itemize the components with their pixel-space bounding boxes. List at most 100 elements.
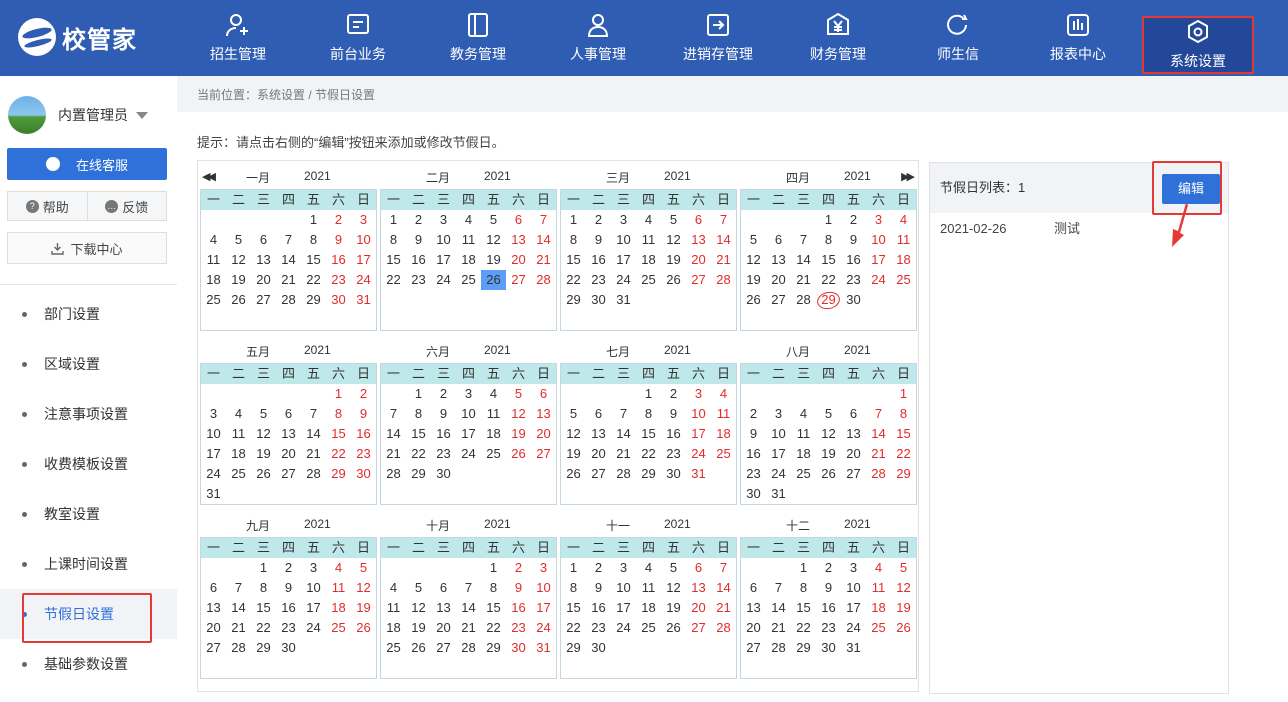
calendar-day[interactable]: 5 (816, 404, 841, 424)
calendar-day[interactable]: 26 (406, 638, 431, 658)
calendar-day[interactable]: 6 (531, 384, 556, 404)
calendar-day[interactable]: 22 (301, 270, 326, 290)
calendar-day[interactable]: 27 (766, 290, 791, 310)
calendar-day[interactable]: 21 (226, 618, 251, 638)
calendar-day[interactable]: 23 (351, 444, 376, 464)
calendar-day[interactable]: 21 (711, 250, 736, 270)
calendar-day[interactable]: 17 (686, 424, 711, 444)
calendar-day[interactable]: 28 (766, 638, 791, 658)
calendar-day[interactable]: 9 (406, 230, 431, 250)
calendar-day[interactable]: 1 (326, 384, 351, 404)
calendar-day[interactable]: 6 (201, 578, 226, 598)
calendar-day[interactable]: 16 (661, 424, 686, 444)
calendar-day[interactable]: 15 (301, 250, 326, 270)
calendar-day[interactable]: 14 (611, 424, 636, 444)
calendar-day[interactable]: 19 (481, 250, 506, 270)
calendar-day[interactable]: 21 (276, 270, 301, 290)
calendar-day[interactable]: 23 (586, 618, 611, 638)
calendar-day[interactable]: 22 (891, 444, 916, 464)
brand-logo[interactable]: 校管家 (18, 18, 137, 56)
calendar-day[interactable]: 10 (456, 404, 481, 424)
calendar-day[interactable]: 2 (841, 210, 866, 230)
calendar-day[interactable]: 25 (326, 618, 351, 638)
calendar-day[interactable]: 15 (816, 250, 841, 270)
calendar-day[interactable]: 14 (301, 424, 326, 444)
calendar-day[interactable]: 13 (201, 598, 226, 618)
calendar-day[interactable]: 3 (841, 558, 866, 578)
calendar-day[interactable]: 12 (251, 424, 276, 444)
calendar-day[interactable]: 28 (866, 464, 891, 484)
calendar-day[interactable]: 13 (766, 250, 791, 270)
calendar-day[interactable]: 4 (326, 558, 351, 578)
calendar-day[interactable]: 21 (381, 444, 406, 464)
calendar-day[interactable]: 11 (456, 230, 481, 250)
calendar-day[interactable]: 1 (406, 384, 431, 404)
calendar-day[interactable]: 31 (841, 638, 866, 658)
calendar-day[interactable]: 17 (301, 598, 326, 618)
calendar-day[interactable]: 8 (251, 578, 276, 598)
calendar-day[interactable]: 1 (561, 558, 586, 578)
calendar-day[interactable]: 25 (456, 270, 481, 290)
calendar-day[interactable]: 13 (841, 424, 866, 444)
calendar-day[interactable]: 20 (201, 618, 226, 638)
calendar-day[interactable]: 17 (201, 444, 226, 464)
calendar-day[interactable]: 15 (561, 250, 586, 270)
calendar-day[interactable]: 26 (481, 270, 506, 290)
calendar-day[interactable]: 15 (481, 598, 506, 618)
calendar-day[interactable]: 17 (841, 598, 866, 618)
calendar-day[interactable]: 15 (406, 424, 431, 444)
calendar-day[interactable]: 1 (251, 558, 276, 578)
calendar-day[interactable]: 17 (431, 250, 456, 270)
calendar-day[interactable]: 23 (276, 618, 301, 638)
calendar-day[interactable]: 4 (636, 558, 661, 578)
calendar-day[interactable]: 23 (741, 464, 766, 484)
user-menu[interactable]: 内置管理员 (8, 96, 148, 134)
calendar-day[interactable]: 3 (766, 404, 791, 424)
calendar-day[interactable]: 10 (611, 230, 636, 250)
calendar-day[interactable]: 12 (506, 404, 531, 424)
calendar-day[interactable]: 4 (711, 384, 736, 404)
calendar-day[interactable]: 5 (251, 404, 276, 424)
calendar-day[interactable]: 2 (816, 558, 841, 578)
calendar-day[interactable]: 8 (791, 578, 816, 598)
online-service-button[interactable]: 在线客服 (7, 148, 167, 180)
calendar-day[interactable]: 14 (791, 250, 816, 270)
calendar-day[interactable]: 27 (276, 464, 301, 484)
calendar-day[interactable]: 12 (661, 578, 686, 598)
calendar-day[interactable]: 26 (506, 444, 531, 464)
calendar-day[interactable]: 21 (456, 618, 481, 638)
nav-academic[interactable]: 教务管理 (418, 0, 538, 76)
calendar-day[interactable]: 21 (766, 618, 791, 638)
calendar-day[interactable]: 16 (276, 598, 301, 618)
calendar-day[interactable]: 20 (686, 598, 711, 618)
calendar-day[interactable]: 25 (201, 290, 226, 310)
calendar-day[interactable]: 17 (766, 444, 791, 464)
calendar-day[interactable]: 24 (611, 270, 636, 290)
calendar-day[interactable]: 18 (226, 444, 251, 464)
calendar-day[interactable]: 6 (586, 404, 611, 424)
calendar-day[interactable]: 30 (816, 638, 841, 658)
calendar-day[interactable]: 6 (841, 404, 866, 424)
calendar-day[interactable]: 8 (381, 230, 406, 250)
calendar-day[interactable]: 19 (661, 250, 686, 270)
calendar-day[interactable]: 6 (251, 230, 276, 250)
calendar-day[interactable]: 2 (326, 210, 351, 230)
calendar-day[interactable]: 20 (841, 444, 866, 464)
calendar-day[interactable]: 13 (686, 578, 711, 598)
calendar-day[interactable]: 31 (686, 464, 711, 484)
calendar-day[interactable]: 20 (431, 618, 456, 638)
calendar-day[interactable]: 21 (611, 444, 636, 464)
calendar-day[interactable]: 8 (561, 230, 586, 250)
calendar-day[interactable]: 9 (841, 230, 866, 250)
calendar-day[interactable]: 4 (481, 384, 506, 404)
calendar-day[interactable]: 23 (586, 270, 611, 290)
calendar-day[interactable]: 20 (276, 444, 301, 464)
calendar-day[interactable]: 18 (481, 424, 506, 444)
calendar-day[interactable]: 27 (506, 270, 531, 290)
calendar-day[interactable]: 24 (866, 270, 891, 290)
calendar-day[interactable]: 28 (381, 464, 406, 484)
calendar-day[interactable]: 1 (891, 384, 916, 404)
calendar-day[interactable]: 6 (766, 230, 791, 250)
calendar-day[interactable]: 9 (586, 578, 611, 598)
calendar-day[interactable]: 16 (431, 424, 456, 444)
